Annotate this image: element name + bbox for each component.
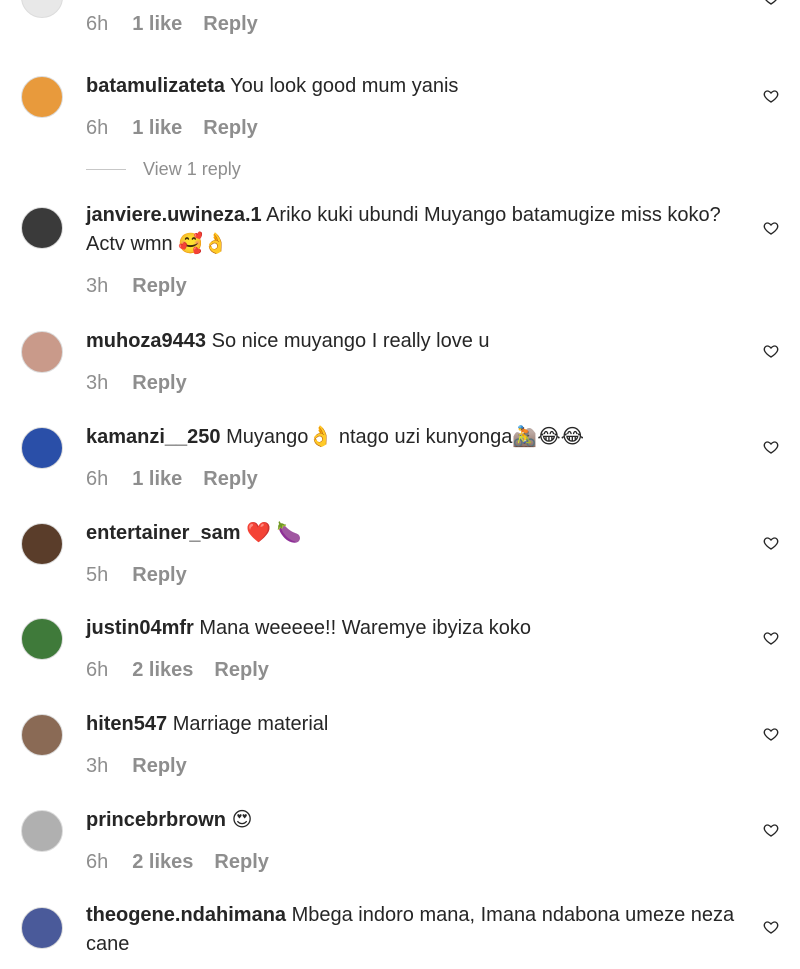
heart-icon[interactable] bbox=[763, 630, 779, 646]
comment-time: 6h bbox=[86, 659, 109, 681]
heart-icon[interactable] bbox=[763, 220, 779, 236]
avatar[interactable] bbox=[21, 427, 63, 469]
comment-meta: 6h 1 like Reply bbox=[86, 11, 752, 37]
reply-button[interactable]: Reply bbox=[132, 370, 186, 396]
like-count[interactable]: 1 like bbox=[132, 11, 182, 37]
comment-meta: 6h 1 like Reply bbox=[86, 466, 752, 492]
comment-meta: 5h Reply bbox=[86, 562, 752, 588]
comment-text: entertainer_sam ❤️ 🍆 bbox=[86, 519, 752, 548]
comment-text: muhoza9443 So nice muyango I really love… bbox=[86, 327, 752, 356]
comment-time: 6h bbox=[86, 117, 109, 139]
comment-username[interactable]: princebrbrown bbox=[86, 809, 226, 831]
view-replies-link[interactable]: View 1 reply bbox=[86, 157, 241, 181]
comment-time: 6h bbox=[86, 13, 109, 35]
reply-button[interactable]: Reply bbox=[132, 753, 186, 779]
avatar[interactable] bbox=[21, 714, 63, 756]
comment-time: 3h bbox=[86, 755, 109, 777]
comment-meta: 3h Reply bbox=[86, 370, 752, 396]
avatar[interactable] bbox=[21, 907, 63, 949]
heart-icon[interactable] bbox=[763, 919, 779, 935]
comment-body: 😍 bbox=[231, 809, 253, 831]
avatar[interactable] bbox=[21, 207, 63, 249]
reply-button[interactable]: Reply bbox=[203, 11, 257, 37]
view-replies-label[interactable]: View 1 reply bbox=[143, 159, 241, 180]
comment-meta: 6h 1 like Reply bbox=[86, 115, 752, 141]
comment-time: 3h bbox=[86, 275, 109, 297]
comment-text: janviere.uwineza.1 Ariko kuki ubundi Muy… bbox=[86, 201, 752, 259]
heart-icon[interactable] bbox=[763, 439, 779, 455]
reply-button[interactable]: Reply bbox=[203, 115, 257, 141]
avatar[interactable] bbox=[21, 618, 63, 660]
comment-text: princebrbrown 😍 bbox=[86, 806, 752, 835]
like-count[interactable]: 1 like bbox=[132, 115, 182, 141]
heart-icon[interactable] bbox=[763, 343, 779, 359]
reply-button[interactable]: Reply bbox=[214, 657, 268, 683]
comment-text: justin04mfr Mana weeeee!! Waremye ibyiza… bbox=[86, 614, 752, 643]
comment-username[interactable]: theogene.ndahimana bbox=[86, 904, 286, 926]
comment-username[interactable]: hiten547 bbox=[86, 713, 167, 735]
heart-icon[interactable] bbox=[763, 726, 779, 742]
avatar[interactable] bbox=[21, 0, 63, 18]
comment-text: hiten547 Marriage material bbox=[86, 710, 752, 739]
comment-body: So nice muyango I really love u bbox=[211, 330, 490, 352]
reply-button[interactable]: Reply bbox=[203, 466, 257, 492]
comment-body: You look good mum yanis bbox=[230, 75, 459, 97]
avatar[interactable] bbox=[21, 76, 63, 118]
avatar[interactable] bbox=[21, 523, 63, 565]
comment-username[interactable]: entertainer_sam bbox=[86, 522, 241, 544]
comment-meta: 6h 2 likes Reply bbox=[86, 657, 752, 683]
comment-text: kamanzi__250 Muyango👌 ntago uzi kunyonga… bbox=[86, 423, 752, 452]
comment-body: Mana weeeee!! Waremye ibyiza koko bbox=[199, 617, 532, 639]
comment-body: ❤️ 🍆 bbox=[246, 522, 302, 544]
reply-button[interactable]: Reply bbox=[214, 849, 268, 875]
comment-username[interactable]: kamanzi__250 bbox=[86, 426, 221, 448]
comment-username[interactable]: batamulizateta bbox=[86, 75, 225, 97]
comment-time: 3h bbox=[86, 372, 109, 394]
comment-time: 5h bbox=[86, 564, 109, 586]
comment-body: Muyango👌 ntago uzi kunyonga🚵😂😂 bbox=[226, 426, 584, 448]
divider-line bbox=[86, 168, 126, 170]
reply-button[interactable]: Reply bbox=[132, 273, 186, 299]
comment-meta: 3h Reply bbox=[86, 753, 752, 779]
like-count[interactable]: 2 likes bbox=[132, 657, 193, 683]
comment-username[interactable]: janviere.uwineza.1 bbox=[86, 204, 262, 226]
comment-text: batamulizateta You look good mum yanis bbox=[86, 72, 752, 101]
comment-text: theogene.ndahimana Mbega indoro mana, Im… bbox=[86, 901, 752, 959]
heart-icon[interactable] bbox=[763, 88, 779, 104]
reply-button[interactable]: Reply bbox=[132, 562, 186, 588]
comment-meta: 6h 2 likes Reply bbox=[86, 849, 752, 875]
avatar[interactable] bbox=[21, 810, 63, 852]
heart-icon[interactable] bbox=[763, 0, 779, 6]
comment-time: 6h bbox=[86, 851, 109, 873]
comment-username[interactable]: muhoza9443 bbox=[86, 330, 206, 352]
comment-meta: 3h Reply bbox=[86, 273, 752, 299]
comment-body: Marriage material bbox=[172, 713, 329, 735]
comment-username[interactable]: justin04mfr bbox=[86, 617, 194, 639]
like-count[interactable]: 2 likes bbox=[132, 849, 193, 875]
heart-icon[interactable] bbox=[763, 822, 779, 838]
heart-icon[interactable] bbox=[763, 535, 779, 551]
avatar[interactable] bbox=[21, 331, 63, 373]
like-count[interactable]: 1 like bbox=[132, 466, 182, 492]
comment-time: 6h bbox=[86, 468, 109, 490]
